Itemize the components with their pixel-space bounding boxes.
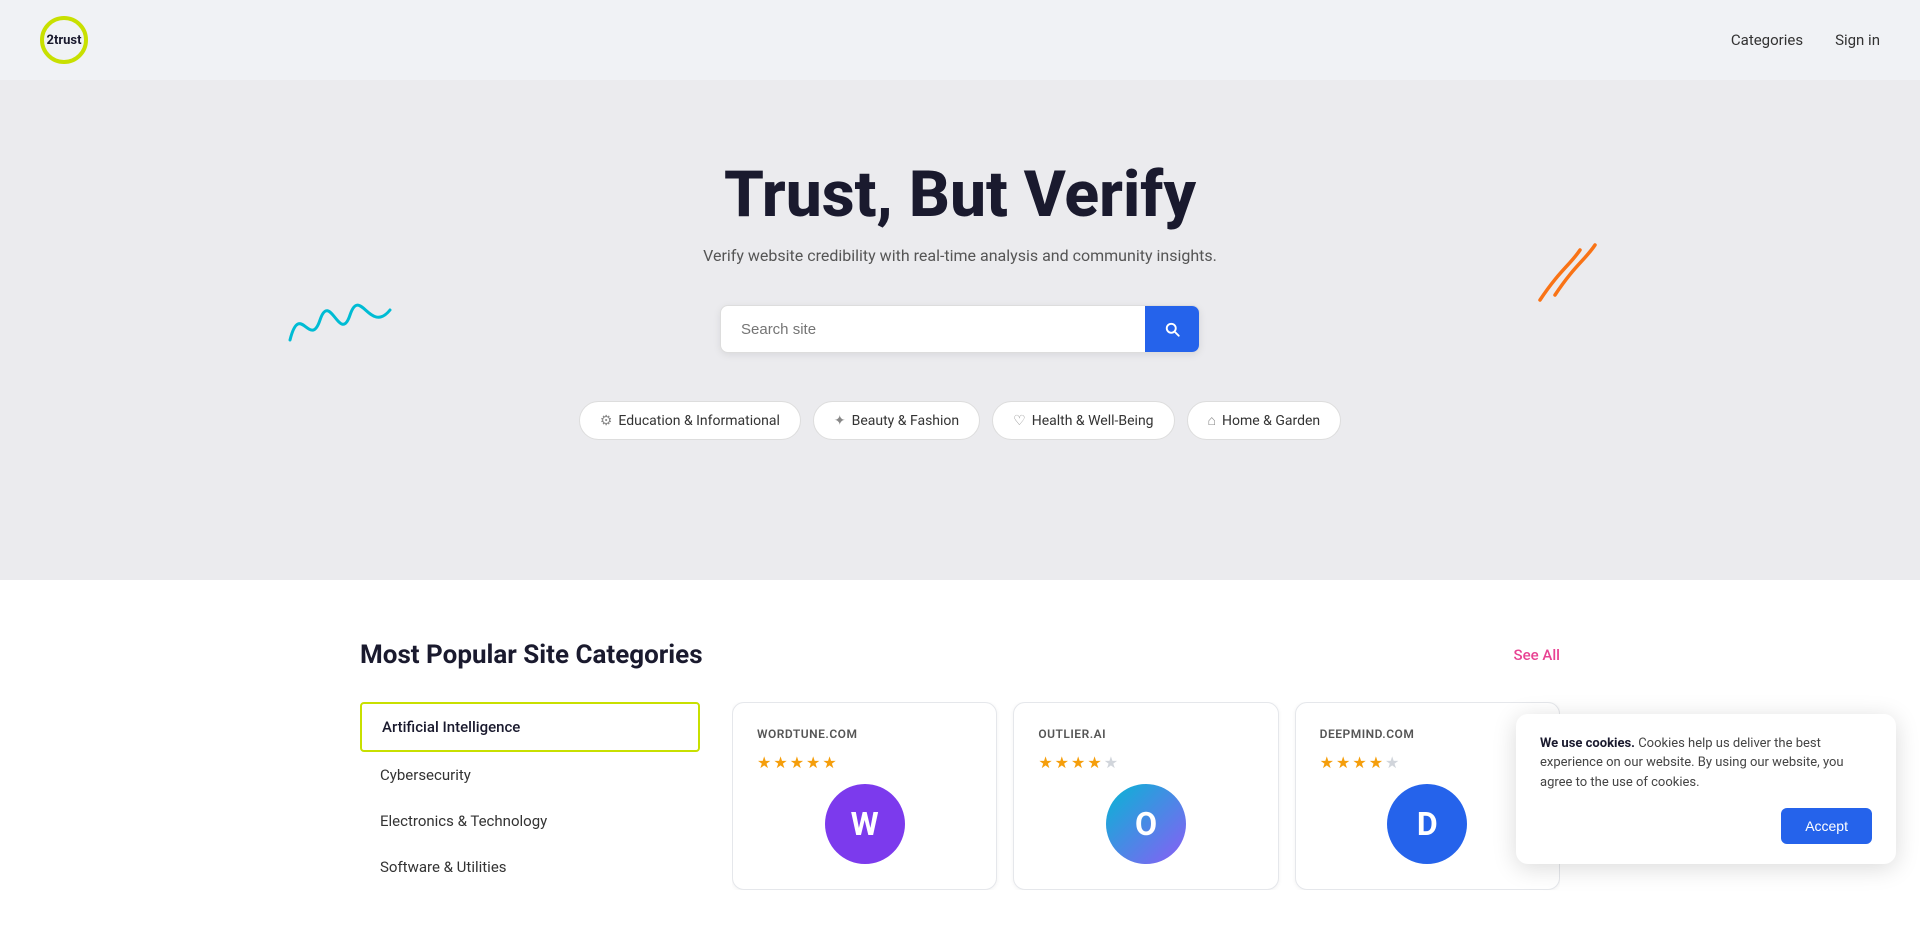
nav-categories[interactable]: Categories	[1731, 31, 1803, 49]
cat-item-electronics[interactable]: Electronics & Technology	[360, 798, 700, 844]
hero-section: Trust, But Verify Verify website credibi…	[0, 80, 1920, 580]
outlier-stars: ★ ★ ★ ★ ★	[1038, 753, 1118, 772]
wordtune-logo: W	[825, 784, 905, 864]
header: 2trust Categories Sign in	[0, 0, 1920, 80]
site-card-wordtune[interactable]: WORDTUNE.COM ★ ★ ★ ★ ★ W	[732, 702, 997, 890]
cookie-actions: Accept	[1540, 808, 1872, 844]
logo[interactable]: 2trust	[40, 16, 88, 64]
pill-education-icon: ⚙	[600, 413, 613, 429]
pill-health-label: Health & Well-Being	[1032, 413, 1154, 429]
section-title: Most Popular Site Categories	[360, 640, 703, 670]
logo-circle: 2trust	[40, 16, 88, 64]
pill-beauty-label: Beauty & Fashion	[852, 413, 960, 429]
cat-item-ai[interactable]: Artificial Intelligence	[360, 702, 700, 752]
cookie-banner: We use cookies. Cookies help us deliver …	[1516, 714, 1896, 865]
outlier-logo: O	[1106, 784, 1186, 864]
cat-item-software[interactable]: Software & Utilities	[360, 844, 700, 890]
logo-text: 2trust	[47, 33, 82, 48]
site-cards: WORDTUNE.COM ★ ★ ★ ★ ★ W OUTLIER.AI ★ ★	[732, 702, 1560, 890]
lower-header: Most Popular Site Categories See All	[360, 640, 1560, 670]
site-card-outlier[interactable]: OUTLIER.AI ★ ★ ★ ★ ★ O	[1013, 702, 1278, 890]
search-icon	[1163, 320, 1181, 338]
outlier-domain: OUTLIER.AI	[1038, 727, 1106, 741]
pill-home[interactable]: ⌂ Home & Garden	[1187, 401, 1342, 440]
wordtune-stars: ★ ★ ★ ★ ★	[757, 753, 837, 772]
see-all-link[interactable]: See All	[1514, 646, 1560, 664]
deepmind-domain: DEEPMIND.COM	[1320, 727, 1415, 741]
search-button[interactable]	[1145, 306, 1199, 352]
hero-subtitle: Verify website credibility with real-tim…	[40, 246, 1880, 265]
pill-beauty[interactable]: ✦ Beauty & Fashion	[813, 401, 980, 440]
pill-home-icon: ⌂	[1208, 412, 1216, 429]
cookie-bold: We use cookies.	[1540, 736, 1635, 751]
deco-wave-icon	[280, 280, 400, 360]
search-bar	[720, 305, 1200, 353]
cookie-text: We use cookies. Cookies help us deliver …	[1540, 734, 1872, 793]
category-list: Artificial Intelligence Cybersecurity El…	[360, 702, 700, 890]
search-input[interactable]	[721, 307, 1145, 352]
deepmind-stars: ★ ★ ★ ★ ★	[1320, 753, 1400, 772]
cat-item-cybersecurity[interactable]: Cybersecurity	[360, 752, 700, 798]
nav-signin[interactable]: Sign in	[1835, 31, 1880, 49]
accept-button[interactable]: Accept	[1781, 808, 1872, 844]
hero-title: Trust, But Verify	[40, 160, 1880, 230]
nav: Categories Sign in	[1731, 31, 1880, 49]
pill-education-label: Education & Informational	[618, 413, 780, 429]
wordtune-domain: WORDTUNE.COM	[757, 727, 857, 741]
pill-health[interactable]: ♡ Health & Well-Being	[992, 401, 1174, 440]
lower-content: Artificial Intelligence Cybersecurity El…	[360, 702, 1560, 890]
deepmind-logo: D	[1387, 784, 1467, 864]
pill-health-icon: ♡	[1013, 413, 1026, 429]
pill-beauty-icon: ✦	[834, 413, 846, 429]
pill-education[interactable]: ⚙ Education & Informational	[579, 401, 801, 440]
pill-home-label: Home & Garden	[1222, 413, 1320, 429]
category-pills: ⚙ Education & Informational ✦ Beauty & F…	[40, 401, 1880, 440]
